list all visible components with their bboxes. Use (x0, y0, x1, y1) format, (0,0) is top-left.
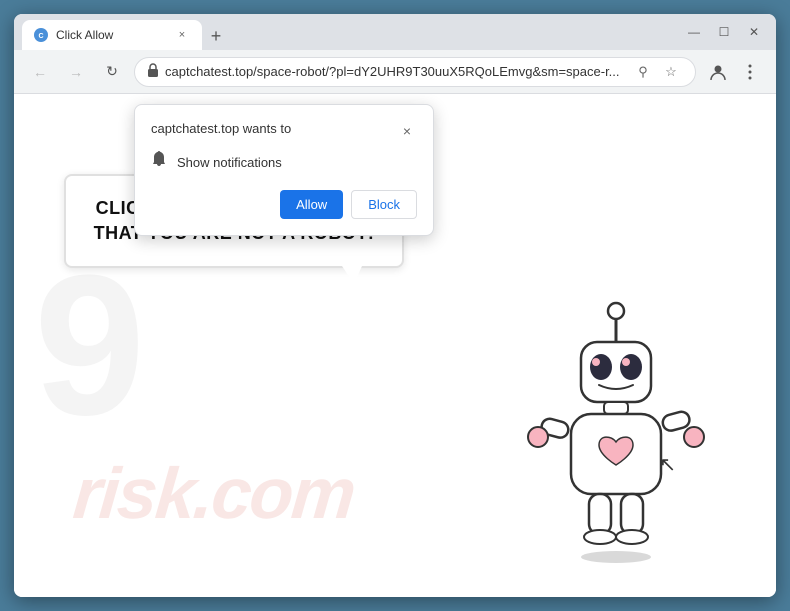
bookmark-icon[interactable]: ☆ (659, 60, 683, 84)
bell-icon (151, 151, 167, 174)
robot-illustration (516, 297, 716, 577)
allow-button[interactable]: Allow (280, 190, 343, 219)
window-close-button[interactable]: ✕ (740, 18, 768, 46)
menu-button[interactable] (736, 58, 764, 86)
tabs-area: C Click Allow × + (22, 14, 680, 50)
toolbar-right (704, 58, 764, 86)
tab-close-button[interactable]: × (174, 27, 190, 43)
forward-button[interactable]: → (62, 58, 90, 86)
active-tab[interactable]: C Click Allow × (22, 20, 202, 50)
mouse-cursor: ↖ (659, 452, 676, 477)
url-bar[interactable]: captchatest.top/space-robot/?pl=dY2UHR9T… (134, 57, 696, 87)
watermark-text: risk.com (70, 445, 358, 537)
browser-window: C Click Allow × + — ☐ ✕ ← → ↻ (14, 14, 776, 597)
popup-buttons: Allow Block (151, 190, 417, 219)
back-button[interactable]: ← (26, 58, 54, 86)
window-controls: — ☐ ✕ (680, 18, 768, 46)
account-button[interactable] (704, 58, 732, 86)
maximize-button[interactable]: ☐ (710, 18, 738, 46)
tab-title: Click Allow (56, 28, 166, 42)
popup-close-button[interactable]: × (397, 121, 417, 141)
lock-icon (147, 63, 159, 80)
page-content: 9 risk.com captchatest.top wants to × Sh… (14, 94, 776, 597)
block-button[interactable]: Block (351, 190, 417, 219)
search-icon[interactable]: ⚲ (631, 60, 655, 84)
popup-title: captchatest.top wants to (151, 121, 291, 136)
url-actions: ⚲ ☆ (631, 60, 683, 84)
notification-row: Show notifications (151, 151, 417, 174)
url-text: captchatest.top/space-robot/?pl=dY2UHR9T… (165, 64, 625, 79)
minimize-button[interactable]: — (680, 18, 708, 46)
svg-text:C: C (38, 33, 43, 40)
tab-favicon: C (34, 28, 48, 42)
address-bar: ← → ↻ captchatest.top/space-robot/?pl=dY… (14, 50, 776, 94)
notification-label: Show notifications (177, 155, 282, 170)
permission-popup: captchatest.top wants to × Show notifica… (134, 104, 434, 236)
popup-header: captchatest.top wants to × (151, 121, 417, 141)
refresh-button[interactable]: ↻ (98, 58, 126, 86)
title-bar: C Click Allow × + — ☐ ✕ (14, 14, 776, 50)
new-tab-button[interactable]: + (202, 22, 230, 50)
